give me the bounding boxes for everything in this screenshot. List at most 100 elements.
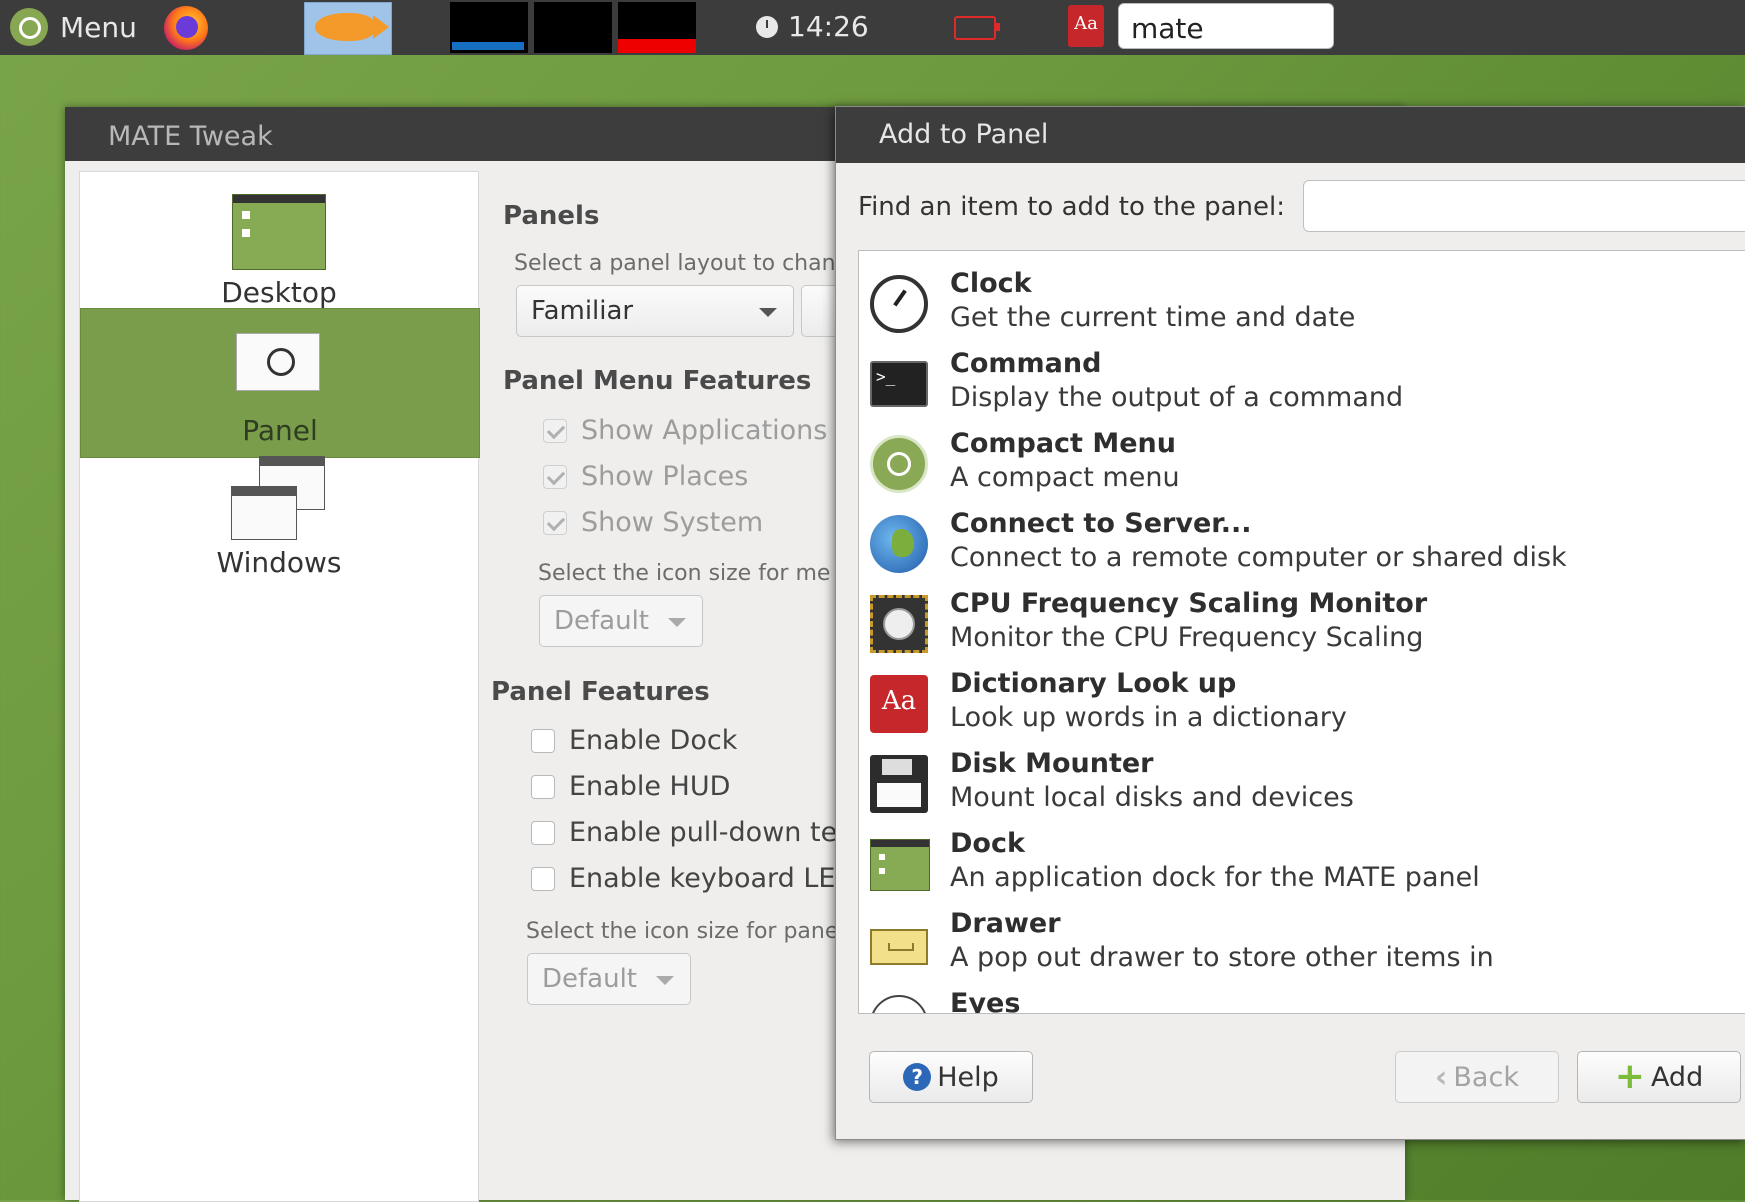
memory-monitor-graph[interactable]	[618, 2, 696, 53]
item-desc: Mount local disks and devices	[950, 782, 1354, 813]
list-item[interactable]: >_ Command Display the output of a comma…	[859, 341, 1745, 421]
enable-dock-checkbox[interactable]: Enable Dock	[531, 725, 737, 756]
dock-icon	[870, 839, 930, 891]
list-item[interactable]: Aa Dictionary Look up Look up words in a…	[859, 661, 1745, 741]
item-desc: Display the output of a command	[950, 382, 1404, 413]
windows-icon	[231, 456, 325, 542]
sidebar-item-label: Windows	[216, 546, 342, 579]
layout-prompt: Select a panel layout to chang	[514, 251, 850, 276]
checkbox-label: Show Applications	[581, 415, 828, 446]
tweak-sidebar: Desktop Panel Windows	[79, 171, 480, 1202]
fish-applet-button[interactable]	[304, 2, 392, 55]
firefox-icon[interactable]	[164, 6, 208, 50]
item-desc: An application dock for the MATE panel	[950, 862, 1480, 893]
list-item[interactable]: Dock An application dock for the MATE pa…	[859, 821, 1745, 901]
top-panel: Menu 14:26 Aa mate	[0, 0, 1745, 55]
panel-icon-size-value: Default	[542, 964, 637, 994]
add-label: Add	[1650, 1061, 1704, 1093]
item-name: Drawer	[950, 908, 1061, 939]
terminal-icon: >_	[870, 361, 928, 407]
panel-menu-features-heading: Panel Menu Features	[503, 366, 812, 396]
drawer-icon	[870, 929, 928, 965]
checkbox-icon	[543, 510, 567, 535]
show-system-checkbox[interactable]: Show System	[543, 507, 763, 538]
item-name: Eyes	[950, 988, 1021, 1014]
checkbox-icon	[531, 728, 555, 753]
globe-icon	[870, 515, 928, 573]
back-button[interactable]: ‹ Back	[1395, 1051, 1559, 1103]
checkbox-label: Show Places	[581, 461, 749, 492]
item-name: Compact Menu	[950, 428, 1176, 459]
list-item[interactable]: Clock Get the current time and date	[859, 261, 1745, 341]
checkbox-label: Enable Dock	[569, 725, 738, 756]
find-label: Find an item to add to the panel:	[858, 192, 1285, 222]
item-name: Clock	[950, 268, 1032, 299]
item-desc: Connect to a remote computer or shared d…	[950, 542, 1567, 573]
list-item[interactable]: Connect to Server... Connect to a remote…	[859, 501, 1745, 581]
checkbox-icon	[531, 820, 555, 845]
show-places-checkbox[interactable]: Show Places	[543, 461, 748, 492]
checkbox-label: Enable keyboard LE	[569, 863, 836, 894]
back-label: Back	[1453, 1061, 1519, 1093]
enable-hud-checkbox[interactable]: Enable HUD	[531, 771, 730, 802]
sidebar-item-desktop[interactable]: Desktop	[80, 172, 478, 320]
item-desc: Look up words in a dictionary	[950, 702, 1347, 733]
dictionary-icon[interactable]: Aa	[1068, 5, 1104, 47]
checkbox-label: Enable pull-down te	[569, 817, 838, 848]
show-applications-checkbox[interactable]: Show Applications	[543, 415, 827, 446]
enable-keyboard-led-checkbox[interactable]: Enable keyboard LE	[531, 863, 835, 894]
item-name: CPU Frequency Scaling Monitor	[950, 588, 1428, 619]
dictionary-search-input[interactable]: mate	[1118, 3, 1334, 49]
applet-list[interactable]: Clock Get the current time and date >_ C…	[858, 250, 1745, 1014]
add-to-panel-dialog: Add to Panel Find an item to add to the …	[835, 106, 1745, 1140]
list-item[interactable]: CPU Frequency Scaling Monitor Monitor th…	[859, 581, 1745, 661]
clock-icon	[756, 15, 778, 38]
panels-heading: Panels	[503, 201, 600, 231]
checkbox-icon	[531, 774, 555, 799]
help-button[interactable]: ? Help	[869, 1051, 1033, 1103]
clock-time: 14:26	[788, 10, 869, 43]
mate-logo-icon	[10, 8, 48, 46]
menu-icon-size-prompt: Select the icon size for me	[538, 561, 831, 586]
sidebar-item-label: Desktop	[221, 276, 337, 309]
item-desc: A compact menu	[950, 462, 1180, 493]
layout-select[interactable]: Familiar	[516, 285, 794, 337]
battery-icon[interactable]	[954, 16, 1000, 40]
layout-select-value: Familiar	[531, 296, 634, 326]
list-item[interactable]: Eyes	[859, 981, 1745, 1014]
help-icon: ?	[903, 1063, 932, 1091]
item-desc: Get the current time and date	[950, 302, 1356, 333]
eyes-icon	[870, 995, 928, 1013]
list-item[interactable]: Compact Menu A compact menu	[859, 421, 1745, 501]
cpu-icon	[870, 595, 928, 653]
list-item[interactable]: Drawer A pop out drawer to store other i…	[859, 901, 1745, 981]
network-monitor-graph[interactable]	[534, 2, 612, 53]
clock-applet[interactable]: 14:26	[756, 10, 869, 43]
enable-pulldown-checkbox[interactable]: Enable pull-down te	[531, 817, 837, 848]
menu-label: Menu	[60, 10, 137, 44]
chevron-down-icon	[759, 308, 777, 317]
list-item[interactable]: Disk Mounter Mount local disks and devic…	[859, 741, 1745, 821]
menu-icon-size-value: Default	[554, 606, 649, 636]
chevron-down-icon	[656, 976, 674, 985]
cpu-monitor-graph[interactable]	[450, 2, 528, 53]
find-item-input[interactable]	[1303, 180, 1745, 232]
menu-icon-size-select[interactable]: Default	[539, 595, 703, 647]
checkbox-icon	[543, 418, 567, 443]
sidebar-item-windows[interactable]: Windows	[80, 442, 478, 590]
item-name: Disk Mounter	[950, 748, 1154, 779]
item-name: Dictionary Look up	[950, 668, 1237, 699]
checkbox-label: Enable HUD	[569, 771, 731, 802]
panel-features-heading: Panel Features	[491, 677, 710, 707]
checkbox-label: Show System	[581, 507, 764, 538]
panel-icon	[236, 333, 320, 391]
add-button[interactable]: + Add	[1577, 1051, 1741, 1103]
desktop-icon	[232, 194, 326, 270]
panel-icon-size-prompt: Select the icon size for pane	[526, 919, 839, 944]
sidebar-item-panel[interactable]: Panel	[80, 308, 480, 458]
panel-icon-size-select[interactable]: Default	[527, 953, 691, 1005]
menu-button[interactable]: Menu	[10, 6, 137, 48]
item-name: Connect to Server...	[950, 508, 1252, 539]
floppy-icon	[870, 755, 928, 813]
item-desc: A pop out drawer to store other items in	[950, 942, 1494, 973]
